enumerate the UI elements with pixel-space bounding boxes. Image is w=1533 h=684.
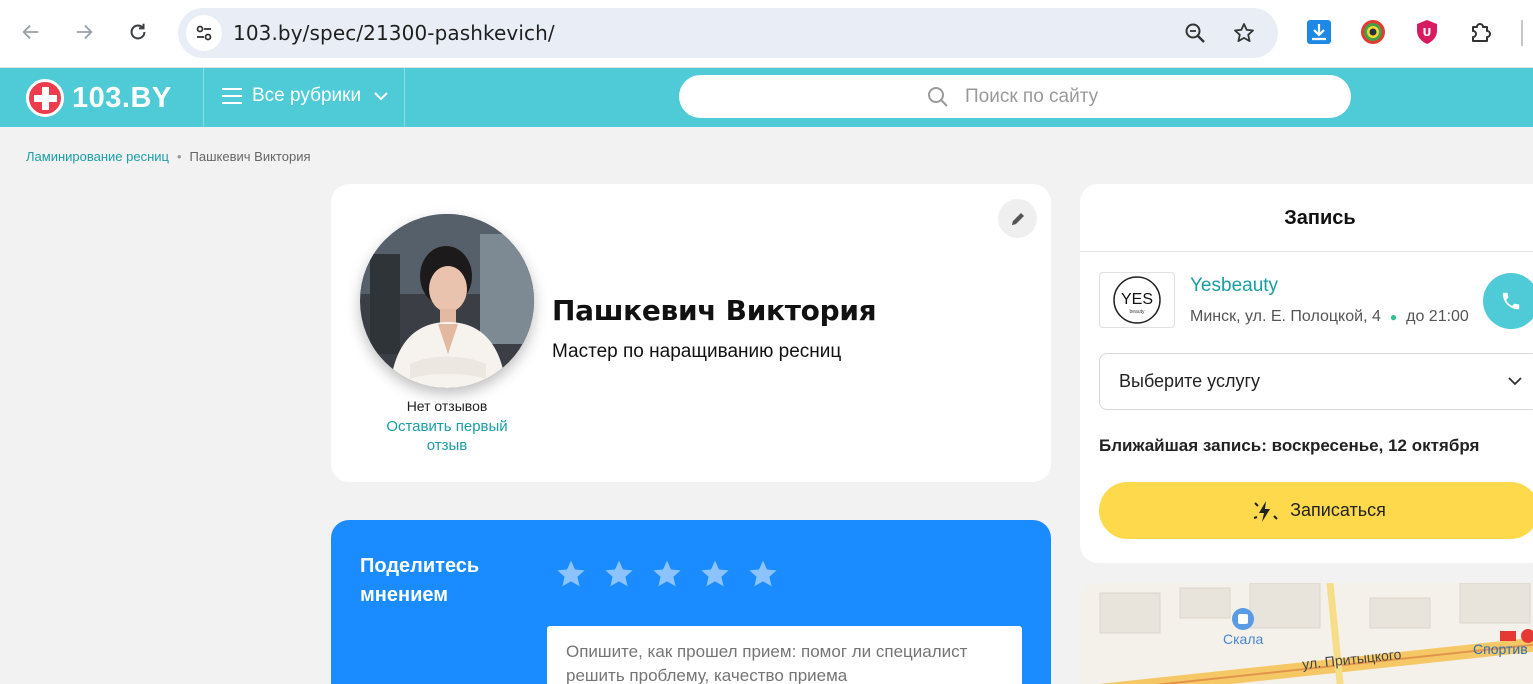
chevron-down-icon	[1508, 377, 1522, 386]
review-text-box	[547, 626, 1022, 684]
breadcrumb-current: Пашкевич Виктория	[189, 149, 311, 164]
avatar-photo	[360, 214, 534, 388]
salon-address: Минск, ул. Е. Полоцкой, 4 ● до 21:00	[1190, 308, 1469, 326]
profile-card: Нет отзывов Оставить первый отзыв Пашкев…	[331, 184, 1051, 482]
zoom-button[interactable]	[1182, 20, 1208, 46]
profile-name: Пашкевич Виктория	[552, 294, 877, 327]
map-poi-label: Спортив	[1473, 641, 1528, 657]
phone-button[interactable]	[1483, 273, 1533, 329]
phone-icon	[1502, 292, 1520, 310]
salon-logo[interactable]: YES beauty	[1099, 272, 1175, 328]
review-textarea[interactable]	[566, 640, 1003, 684]
avatar	[360, 214, 534, 388]
salon-logo-image: YES beauty	[1113, 276, 1161, 324]
site-header: 103.BY Все рубрики	[0, 68, 1533, 127]
address-text: Минск, ул. Е. Полоцкой, 4	[1190, 308, 1381, 325]
open-status-dot: ●	[1389, 310, 1398, 324]
camera-icon	[1361, 20, 1385, 44]
search-icon	[928, 87, 948, 107]
svg-text:YES: YES	[1121, 291, 1153, 308]
map-card[interactable]: Скала ул. Притыцкого Спортив	[1080, 583, 1533, 684]
arrow-right-icon	[76, 24, 93, 40]
shield-icon: U	[1417, 20, 1437, 44]
zoom-icon	[1185, 23, 1205, 43]
chevron-down-icon	[374, 92, 388, 101]
rubrics-label: Все рубрики	[252, 85, 362, 106]
header-divider	[203, 68, 204, 127]
star-icon[interactable]	[603, 558, 635, 590]
flash-icon	[1253, 500, 1278, 522]
search-input[interactable]	[965, 83, 1325, 111]
profile-role: Мастер по наращиванию ресниц	[552, 341, 842, 362]
working-hours: до 21:00	[1406, 308, 1469, 325]
puzzle-icon	[1472, 23, 1491, 42]
cross-logo-icon	[26, 79, 64, 117]
review-title: Поделитесь мнением	[360, 555, 480, 606]
logo-text: 103.BY	[72, 81, 172, 114]
star-outline-icon	[1234, 23, 1254, 42]
download-icon	[1307, 20, 1331, 44]
nearest-appointment: Ближайшая запись: воскресенье, 12 октябр…	[1099, 436, 1480, 455]
toolbar-divider	[1521, 20, 1523, 46]
reload-button[interactable]	[121, 15, 155, 49]
reviews-status: Нет отзывов	[406, 398, 488, 414]
extensions-menu-button[interactable]	[1467, 18, 1495, 46]
map-place-label: Скала	[1223, 631, 1264, 647]
first-review-link[interactable]: Оставить первый отзыв	[371, 417, 523, 455]
star-icon[interactable]	[555, 558, 587, 590]
extension-download[interactable]	[1305, 18, 1333, 46]
booking-title: Запись	[1284, 207, 1356, 229]
arrow-left-icon	[22, 24, 39, 40]
review-card: Поделитесь мнением	[331, 520, 1051, 684]
extension-camera[interactable]	[1359, 18, 1387, 46]
service-select[interactable]: Выберите услугу	[1099, 353, 1533, 410]
url-text[interactable]: 103.by/spec/21300-pashkevich/	[233, 21, 555, 45]
site-logo[interactable]: 103.BY	[26, 79, 172, 117]
extension-shield[interactable]: U	[1413, 18, 1441, 46]
bookmark-button[interactable]	[1231, 20, 1257, 46]
browser-toolbar: 103.by/spec/21300-pashkevich/ U	[0, 0, 1533, 68]
star-icon[interactable]	[747, 558, 779, 590]
rating-stars	[555, 558, 795, 590]
header-divider	[404, 68, 405, 127]
book-button-label: Записаться	[1290, 500, 1386, 520]
star-icon[interactable]	[699, 558, 731, 590]
pencil-icon	[1011, 212, 1024, 225]
edit-button[interactable]	[998, 199, 1037, 238]
breadcrumb: Ламинирование ресниц • Пашкевич Виктория	[26, 149, 311, 164]
reload-icon	[130, 23, 146, 40]
booking-card: Запись YES beauty Yesbeauty Минск, ул. Е…	[1080, 184, 1533, 563]
hamburger-icon	[222, 88, 242, 104]
service-select-value: Выберите услугу	[1119, 371, 1261, 391]
book-button[interactable]: Записаться	[1099, 482, 1533, 539]
site-info-button[interactable]	[186, 15, 222, 51]
svg-text:U: U	[1423, 26, 1432, 39]
breadcrumb-separator: •	[176, 149, 182, 164]
site-search[interactable]	[679, 75, 1351, 118]
forward-button[interactable]	[67, 15, 101, 49]
address-bar[interactable]: 103.by/spec/21300-pashkevich/	[178, 8, 1278, 58]
back-button[interactable]	[14, 15, 48, 49]
salon-name-link[interactable]: Yesbeauty	[1190, 275, 1278, 297]
svg-text:beauty: beauty	[1129, 309, 1145, 315]
tune-icon	[196, 25, 212, 41]
star-icon[interactable]	[651, 558, 683, 590]
breadcrumb-link[interactable]: Ламинирование ресниц	[26, 149, 169, 164]
all-rubrics-menu[interactable]: Все рубрики	[222, 85, 389, 107]
divider	[1080, 251, 1533, 252]
